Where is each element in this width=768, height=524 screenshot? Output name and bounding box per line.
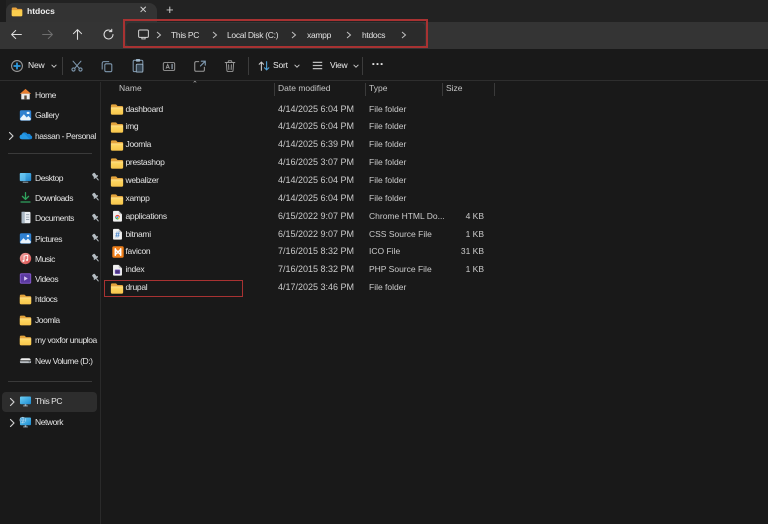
svg-text:#: # (115, 230, 120, 240)
